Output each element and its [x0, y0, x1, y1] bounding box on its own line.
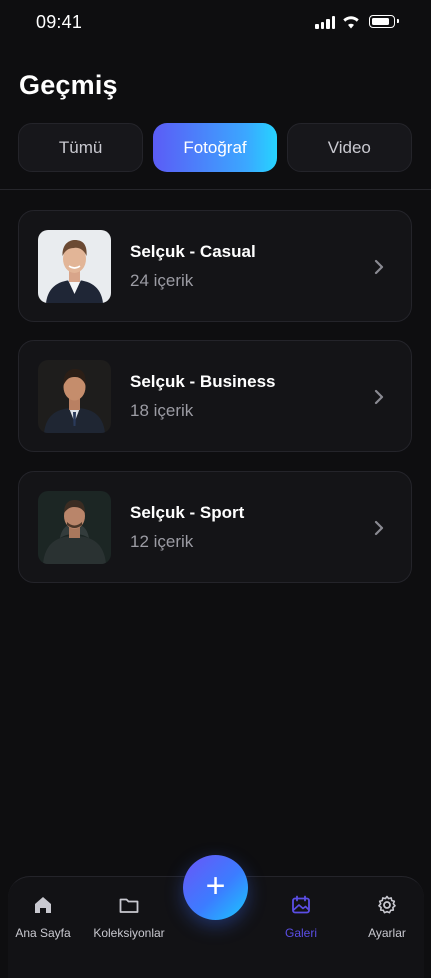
collection-name: Selçuk - Sport: [130, 503, 245, 522]
collection-card-sport[interactable]: Selçuk - Sport 12 içerik: [18, 471, 412, 583]
nav-item-gallery[interactable]: Galeri: [276, 894, 326, 940]
collection-card-business[interactable]: Selçuk - Business 18 içerik: [18, 340, 412, 452]
filter-tabs: Tümü Fotoğraf Video: [18, 123, 412, 172]
gear-icon: [378, 895, 396, 914]
chevron-right-icon: [374, 520, 384, 536]
chevron-right-icon: [374, 389, 384, 405]
nav-label: Galeri: [284, 926, 317, 940]
collection-thumbnail: [38, 360, 111, 433]
nav-item-collections[interactable]: Koleksiyonlar: [90, 894, 168, 940]
add-button[interactable]: +: [183, 855, 248, 920]
collection-card-casual[interactable]: Selçuk - Casual 24 içerik: [18, 210, 412, 322]
plus-icon: +: [205, 867, 226, 905]
tab-photo[interactable]: Fotoğraf: [153, 123, 277, 172]
battery-icon: [369, 15, 399, 28]
status-bar: 09:41: [0, 0, 431, 44]
nav-item-home[interactable]: Ana Sayfa: [14, 894, 72, 940]
collection-name: Selçuk - Business: [130, 372, 276, 391]
chevron-right-icon: [374, 259, 384, 275]
collection-thumbnail: [38, 230, 111, 303]
collection-name: Selçuk - Casual: [130, 242, 256, 261]
home-icon: [35, 897, 51, 913]
collection-thumbnail: [38, 491, 111, 564]
gallery-icon: [292, 895, 310, 914]
collection-count: 24 içerik: [130, 271, 194, 290]
nav-label: Ana Sayfa: [15, 926, 71, 940]
collection-count: 12 içerik: [130, 532, 194, 551]
folder-icon: [119, 898, 139, 913]
nav-item-settings[interactable]: Ayarlar: [360, 894, 414, 940]
tab-all[interactable]: Tümü: [18, 123, 144, 172]
cellular-signal-icon: [315, 15, 335, 29]
nav-label: Ayarlar: [368, 926, 406, 940]
wifi-icon: [343, 16, 359, 29]
tab-video[interactable]: Video: [286, 123, 412, 172]
nav-label[interactable]: Koleksiyonlar: [93, 926, 164, 940]
page-title: Geçmiş: [19, 70, 118, 100]
divider: [0, 189, 431, 190]
collection-count: 18 içerik: [130, 401, 194, 420]
status-time: 09:41: [36, 12, 83, 32]
